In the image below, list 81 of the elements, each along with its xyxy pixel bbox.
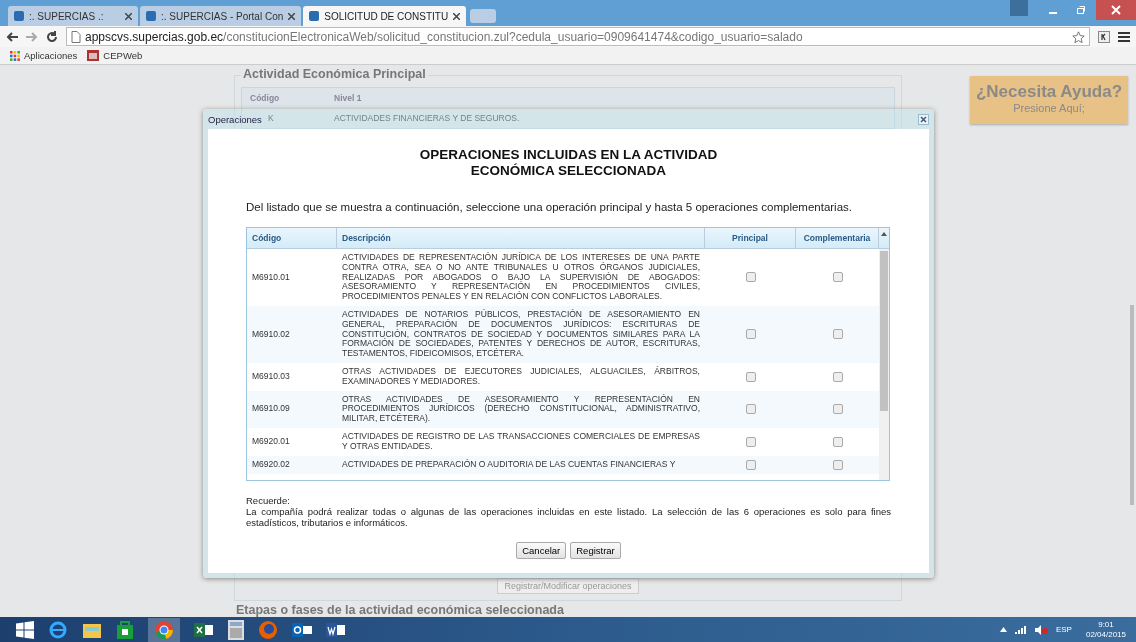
dialog-heading: OPERACIONES INCLUIDAS EN LA ACTIVIDAD ECONÓMICA SELECCIONADA (418, 147, 719, 179)
site-logo-icon (309, 11, 320, 21)
table-cell-text: OTRAS ACTIVIDADES DE ASESORAMIENTO Y REPRESENTACIÓN EN PROCEDIMIENTOS JURÍDICOS (DERECHO CONSTITUCIONAL, ADMINISTRATIVO, MILITAR, ETCÉTERA). (341, 394, 701, 424)
back-icon[interactable] (6, 31, 18, 42)
close-icon[interactable] (453, 12, 461, 20)
scrollbar[interactable] (879, 249, 889, 480)
tray-up-icon[interactable] (999, 627, 1007, 632)
table-cell-text: M6910.09 (251, 404, 291, 415)
dialog-button[interactable]: Cancelar (516, 542, 567, 559)
table-cell-text: ACTIVIDADES DE REGISTRO DE LAS TRANSACCIONES COMERCIALES DE EMPRESAS Y OTRAS ENTIDADES. (341, 431, 701, 452)
browser-tab[interactable]: SOLICITUD DE CONSTITU (303, 6, 467, 26)
checkbox[interactable] (745, 404, 756, 415)
checkbox[interactable] (832, 329, 843, 340)
mail-icon[interactable] (292, 620, 312, 639)
checkbox[interactable] (832, 436, 843, 447)
dialog-button[interactable]: Registrar (570, 542, 621, 559)
clock-time[interactable]: 9:01 (1098, 619, 1114, 630)
spreadsheet-icon[interactable] (194, 620, 214, 639)
column-header: Descripción (337, 228, 705, 248)
browser-icon[interactable] (48, 619, 68, 640)
column-header: Código (247, 228, 337, 248)
close-icon[interactable] (918, 113, 929, 125)
firefox-icon[interactable] (258, 619, 278, 640)
bookmark-icon (87, 50, 100, 61)
table-cell-text: M6910.02 (251, 329, 291, 340)
table-cell-text: OTRAS ACTIVIDADES DE EJECUTORES JUDICIALES, ALGUACILES, ÁRBITROS, EXAMINADORES Y MEDIADORES. (341, 366, 701, 387)
forward-icon[interactable] (26, 31, 38, 42)
windows-start-icon[interactable] (16, 620, 34, 639)
clock-date[interactable]: 02/04/2015 (1085, 629, 1126, 640)
note-text: La compañía podrá realizar todas o algunas de las operaciones incluidas en este listado. La selección de las 6 operaciones es solo para fines estadísticos, tributarios e informáticos. (246, 506, 891, 528)
table-cell-text: M6920.01 (251, 436, 291, 447)
page-icon (71, 30, 81, 43)
bookmark-link[interactable]: CEPWeb (87, 50, 143, 61)
note-title: Recuerde: (246, 495, 291, 506)
checkbox[interactable] (832, 371, 843, 382)
signal-icon[interactable] (1014, 625, 1027, 634)
close-icon[interactable] (125, 12, 132, 20)
table-cell-text: M6910.01 (251, 272, 291, 283)
checkbox[interactable] (745, 272, 756, 283)
column-header: Complementaria (796, 228, 879, 248)
table-cell-text: ACTIVIDADES DE NOTARIOS PÚBLICOS, PRESTACIÓN DE ASESORAMIENTO EN GENERAL, PREPARACIÓN DE DOCUMENTOS JURÍDICOS: ESCRITURAS DE CONSTITUCIÓN, CONTRATOS DE SOCIEDAD Y DOCUMENTOS SIMILARES PARA LA FORMACIÓN DE SOCIEDADES, PATENTES Y DERECHOS DE AUTOR, ESCRITURAS, TESTAMENTOS, FIDEICOMISOS, ETCÉTERA. (341, 310, 701, 359)
column-header: Nivel 1 (334, 93, 362, 103)
browser-tab[interactable]: :. SUPERCIAS - Portal Con (140, 6, 302, 26)
checkbox[interactable] (745, 371, 756, 382)
checkbox[interactable] (745, 436, 756, 447)
dialog-title: Operaciones (208, 113, 262, 125)
checkbox[interactable] (832, 459, 843, 470)
extension-icon[interactable] (1098, 30, 1110, 43)
apps-grid-icon (10, 50, 20, 61)
table-cell-text: M6910.03 (251, 371, 291, 382)
address-bar[interactable]: appscvs.supercias.gob.ec/constitucionElectronicaWeb/solicitud_constitucion.zul?cedula_usuario=0909641474&codigo_usuario=salado (66, 27, 1090, 46)
section-title: Actividad Económica Principal (241, 67, 428, 81)
scrollbar[interactable] (1130, 305, 1134, 505)
column-header: Código (249, 93, 281, 103)
checkbox[interactable] (832, 404, 843, 415)
bookmark-link[interactable]: Aplicaciones (10, 50, 78, 61)
checkbox[interactable] (745, 329, 756, 340)
store-icon[interactable] (116, 620, 134, 639)
checkbox[interactable] (832, 272, 843, 283)
table-cell: ACTIVIDADES FINANCIERAS Y DE SEGUROS. (334, 113, 520, 123)
site-logo-icon (146, 11, 156, 21)
calculator-icon[interactable] (228, 619, 244, 640)
close-icon[interactable] (1096, 0, 1136, 20)
table-cell-text: ACTIVIDADES DE REPRESENTACIÓN JURÍDICA DE LOS INTERESES DE UNA PARTE CONTRA OTRA, SEA O NO ANTE TRIBUNALES U OTROS ÓRGANOS JUDICIALES, REALIZADAS POR ABOGADOS O BAJO LA SUPERVISIÓN DE ABOGADOS: ASESORAMIENTO Y REPRESENTACIÓN EN PROCEDIMIENTOS CIVILES, PROCEDIMIENTOS PENALES Y EN RELACIÓN CON CONFLICTOS LABORALES. (341, 253, 701, 302)
speaker-icon[interactable] (1034, 624, 1048, 635)
star-icon[interactable] (1072, 30, 1085, 43)
document-icon[interactable] (326, 620, 346, 639)
site-logo-icon (14, 11, 24, 21)
close-icon[interactable] (288, 12, 296, 20)
column-header: Principal (705, 228, 796, 248)
menu-icon[interactable] (1118, 31, 1130, 42)
scroll-up-icon[interactable] (881, 232, 887, 236)
checkbox[interactable] (745, 459, 756, 470)
language-indicator[interactable]: ESP (1055, 625, 1072, 634)
instructions-text: Del listado que se muestra a continuación, seleccione una operación principal y hasta 5 operaciones complementarias. (246, 201, 854, 213)
table-cell-text: M6920.02 (251, 459, 291, 470)
table-cell-text: ACTIVIDADES DE PREPARACIÓN O AUDITORIA DE LAS CUENTAS FINANCIERAS Y (341, 459, 677, 470)
reload-icon[interactable] (46, 30, 58, 43)
browser-tab[interactable]: :. SUPERCIAS .: (8, 6, 138, 26)
chrome-icon[interactable] (148, 617, 180, 642)
section-title: Etapas o fases de la actividad económica seleccionada (234, 603, 566, 617)
